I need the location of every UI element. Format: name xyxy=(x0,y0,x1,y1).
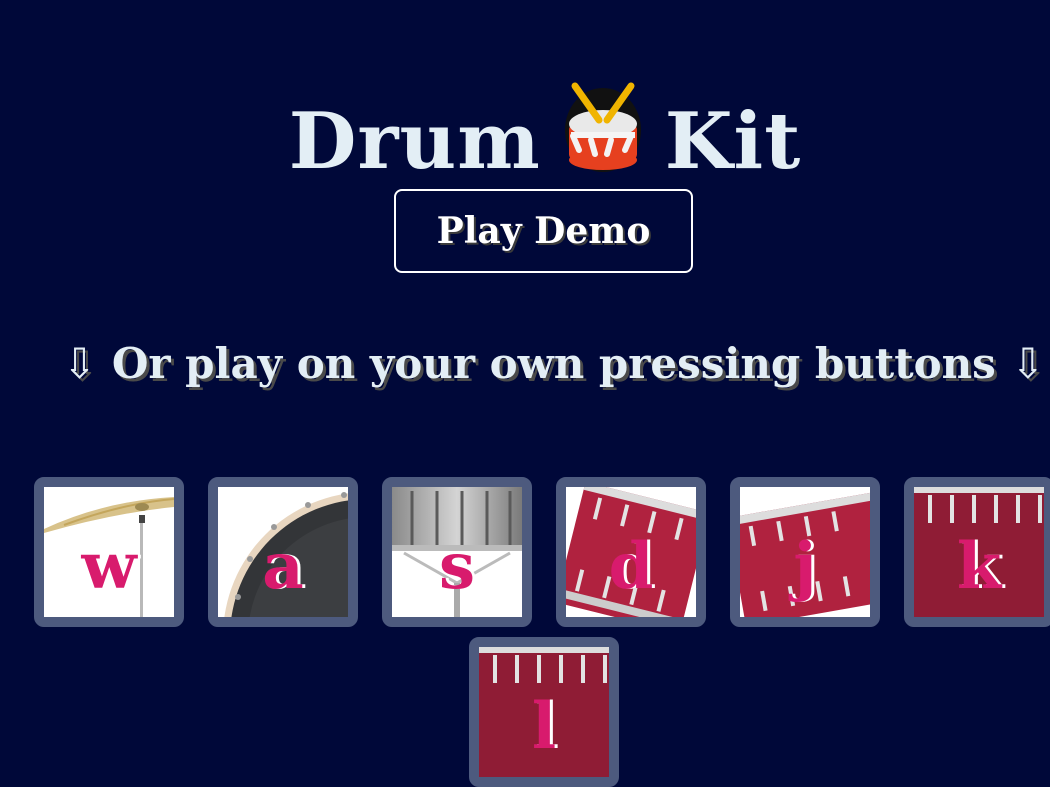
instruction-text: ⇩ Or play on your own pressing buttons ⇩ xyxy=(62,339,1046,388)
key-letter-s: s xyxy=(438,529,476,604)
drum-key-l[interactable]: l xyxy=(469,637,619,787)
drum-key-w[interactable]: w xyxy=(34,477,184,627)
title-word-kit: Kit xyxy=(664,96,802,188)
play-demo-button[interactable]: Play Demo xyxy=(394,189,693,273)
key-letter-w: w xyxy=(81,529,137,604)
key-letter-d: d xyxy=(608,529,654,604)
drum-key-k[interactable]: k xyxy=(904,477,1050,627)
key-letter-a: a xyxy=(262,529,304,604)
title-word-drum: Drum xyxy=(288,96,541,188)
drum-key-j[interactable]: j xyxy=(730,477,880,627)
key-letter-j: j xyxy=(793,529,817,604)
key-letter-l: l xyxy=(531,689,557,764)
key-letter-k: k xyxy=(956,529,1002,604)
drum-emoji-icon xyxy=(564,82,641,173)
drum-key-a[interactable]: a xyxy=(208,477,358,627)
page-title: Drum Kit xyxy=(0,80,1050,194)
drum-key-s[interactable]: s xyxy=(382,477,532,627)
drum-key-d[interactable]: d xyxy=(556,477,706,627)
